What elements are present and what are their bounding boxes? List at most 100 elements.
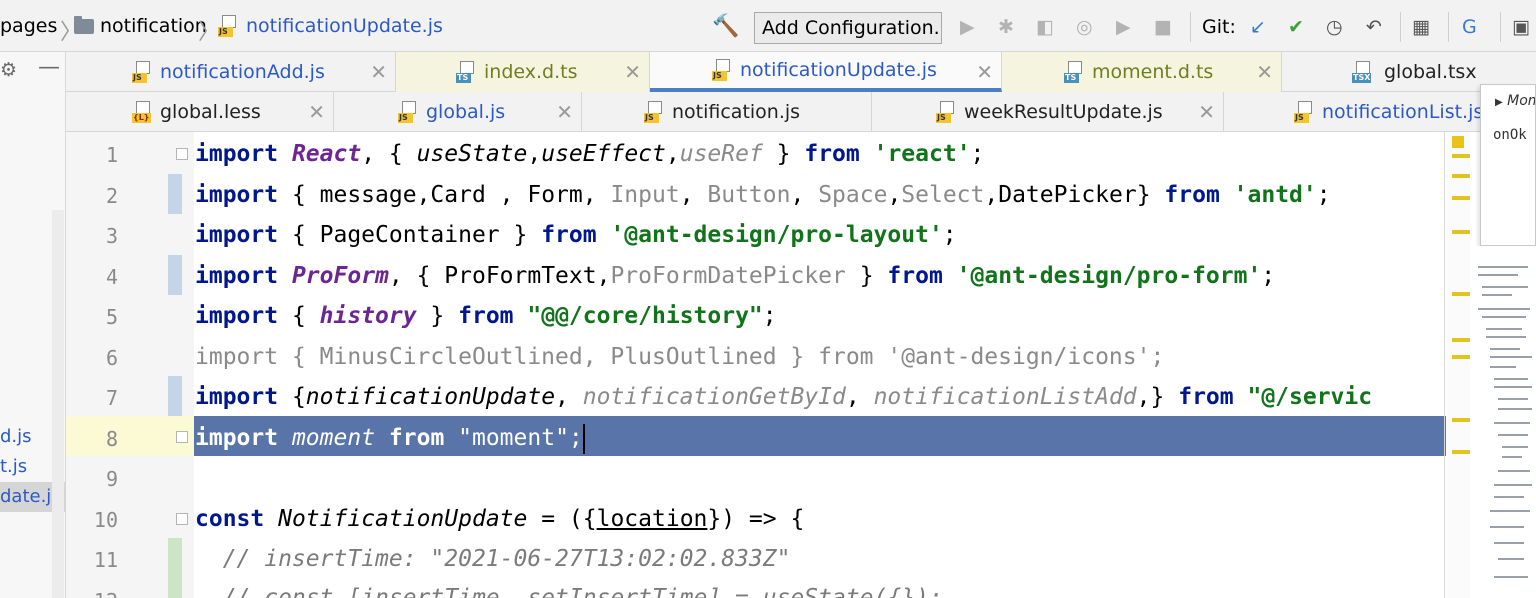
js-file-icon: JS	[1294, 101, 1316, 123]
warning-status-icon[interactable]	[1452, 136, 1464, 148]
vcs-modified-marker	[168, 255, 182, 295]
warning-marker[interactable]	[1452, 338, 1470, 342]
fold-icon[interactable]	[176, 513, 188, 525]
add-configuration-button[interactable]: Add Configuration...	[754, 12, 942, 44]
line-number: 9	[105, 467, 118, 491]
git-commit-icon[interactable]: ✔	[1288, 16, 1304, 38]
terminal-icon[interactable]: ▣	[1512, 16, 1530, 38]
ts-file-icon: TS	[1064, 61, 1086, 83]
code-comment-line[interactable]: // insertTime: "2021-06-27T13:02:02.833Z…	[195, 539, 791, 579]
structure-popup[interactable]: ▶ Mom onOk	[1480, 84, 1536, 246]
warning-marker[interactable]	[1452, 355, 1470, 359]
toolbar-divider	[1190, 12, 1191, 42]
tab-global-js[interactable]: JS global.js ✕	[334, 92, 582, 132]
popup-item[interactable]: onOk	[1493, 127, 1527, 143]
breadcrumb-label: notificationUpdate.js	[246, 15, 443, 37]
editor-error-stripe[interactable]	[1446, 132, 1470, 598]
js-file-icon: JS	[398, 101, 420, 123]
tab-notificationadd[interactable]: JS notificationAdd.js ✕	[66, 52, 396, 92]
fold-icon[interactable]	[176, 431, 188, 443]
tab-label: global.less	[160, 101, 261, 123]
warning-marker[interactable]	[1452, 230, 1470, 234]
tab-notificationupdate[interactable]: JS notificationUpdate.js ✕	[650, 52, 1002, 92]
close-icon[interactable]: ✕	[308, 100, 325, 124]
project-panel: ⚙ — d.js t.js date.js	[0, 52, 66, 598]
close-icon[interactable]: ✕	[624, 60, 641, 84]
close-icon[interactable]: ✕	[1198, 100, 1215, 124]
breadcrumb-pages[interactable]: pages	[0, 0, 57, 52]
close-icon[interactable]: ✕	[556, 100, 573, 124]
code-line[interactable]: const NotificationUpdate = ({location}) …	[195, 499, 804, 539]
tab-label: notificationList.js	[1322, 101, 1484, 123]
code-line[interactable]: import { message,Card , Form, Input, But…	[195, 175, 1331, 215]
git-update-icon[interactable]: ↙	[1250, 16, 1266, 38]
profile-icon[interactable]: ◎	[1076, 16, 1093, 38]
tab-global-less[interactable]: {L} global.less ✕	[66, 92, 334, 132]
toolbar-divider	[1448, 12, 1449, 42]
code-line[interactable]: import { history } from "@@/core/history…	[195, 296, 777, 336]
folder-icon	[74, 15, 94, 34]
line-number: 7	[105, 386, 118, 410]
git-rollback-icon[interactable]: ↶	[1366, 16, 1382, 38]
code-line[interactable]: import {notificationUpdate, notification…	[195, 377, 1444, 417]
git-label: Git:	[1202, 16, 1236, 38]
tree-item[interactable]: d.js	[0, 422, 52, 452]
tab-moment-d-ts[interactable]: TS moment.d.ts ✕	[1002, 52, 1282, 92]
expand-arrow-icon[interactable]: ▶	[1495, 97, 1503, 108]
fold-icon[interactable]	[176, 148, 188, 160]
coverage-icon[interactable]: ◧	[1036, 16, 1054, 38]
tab-index-d-ts[interactable]: TS index.d.ts ✕	[396, 52, 650, 92]
code-minimap[interactable]	[1474, 246, 1536, 598]
tab-label: notification.js	[672, 101, 801, 123]
js-file-icon: JS	[712, 59, 734, 81]
warning-marker[interactable]	[1452, 418, 1470, 422]
tab-label: global.tsx	[1384, 61, 1477, 83]
tree-item[interactable]: t.js	[0, 452, 52, 482]
vcs-modified-marker	[168, 174, 182, 214]
line-number: 5	[105, 305, 118, 329]
code-line[interactable]: import ProForm, { ProFormText,ProFormDat…	[195, 256, 1275, 296]
line-number: 1	[105, 143, 118, 167]
warning-marker[interactable]	[1452, 154, 1470, 158]
tab-label: index.d.ts	[484, 61, 578, 83]
code-line[interactable]: import React, { useState,useEffect,useRe…	[195, 134, 984, 174]
line-number: 8	[105, 427, 118, 451]
tab-label: global.js	[426, 101, 506, 123]
breadcrumb-label: pages	[0, 15, 58, 37]
close-icon[interactable]: ✕	[1256, 60, 1273, 84]
close-icon[interactable]: ✕	[370, 60, 387, 84]
warning-marker[interactable]	[1452, 450, 1470, 454]
toolbar-divider	[1400, 12, 1401, 42]
run-icon[interactable]: ▶	[960, 16, 975, 38]
code-line-current[interactable]: import moment from "moment";	[195, 418, 585, 458]
run-alt-icon[interactable]: ▶	[1116, 16, 1131, 38]
breadcrumb-notification[interactable]: notification	[74, 0, 207, 52]
editor-tab-row: {L} global.less ✕ JS global.js ✕ JS noti…	[66, 92, 1536, 132]
tab-label: notificationUpdate.js	[740, 59, 937, 81]
line-number: 12	[66, 589, 118, 598]
project-structure-icon[interactable]: ▦	[1412, 16, 1430, 38]
warning-marker[interactable]	[1452, 196, 1470, 200]
code-line[interactable]: import { MinusCircleOutlined, PlusOutlin…	[195, 337, 1164, 377]
warning-marker[interactable]	[1452, 174, 1470, 178]
warning-marker[interactable]	[1452, 292, 1470, 296]
tab-weekresultupdate[interactable]: JS weekResultUpdate.js ✕	[872, 92, 1224, 132]
line-number: 3	[105, 224, 118, 248]
build-hammer-icon[interactable]: 🔨	[712, 14, 739, 39]
debug-icon[interactable]: ✱	[998, 16, 1014, 38]
stop-icon[interactable]: ■	[1154, 16, 1172, 38]
gear-icon[interactable]: ⚙	[0, 59, 17, 81]
tab-notification-js[interactable]: JS notification.js	[582, 92, 872, 132]
close-icon[interactable]: ✕	[976, 60, 993, 84]
git-history-icon[interactable]: ◷	[1326, 16, 1343, 38]
code-line[interactable]: import { PageContainer } from '@ant-desi…	[195, 215, 957, 255]
breadcrumb-current-file[interactable]: JS notificationUpdate.js	[218, 0, 443, 52]
tab-label: moment.d.ts	[1092, 61, 1214, 83]
tree-scrollbar[interactable]	[52, 210, 64, 598]
code-comment-line[interactable]: // const [insertTime, setInsertTime] = u…	[195, 578, 943, 598]
collapse-icon[interactable]: —	[38, 55, 60, 80]
less-file-icon: {L}	[132, 101, 154, 123]
translate-icon[interactable]: G	[1462, 16, 1477, 38]
vcs-modified-marker	[168, 376, 182, 416]
line-number: 10	[93, 508, 118, 532]
